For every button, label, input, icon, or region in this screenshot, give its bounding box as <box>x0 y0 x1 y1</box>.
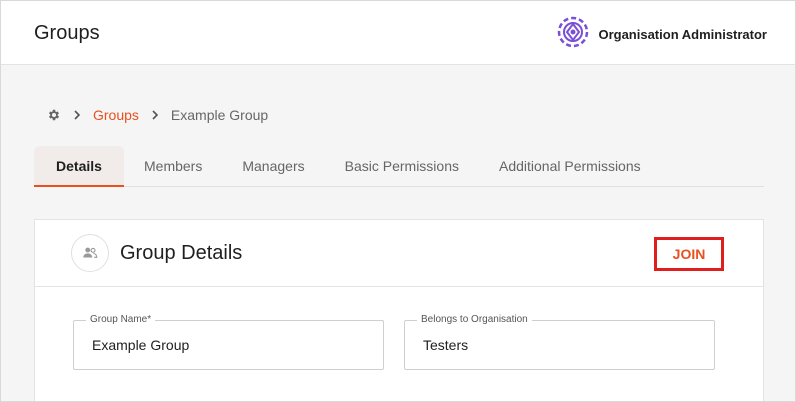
breadcrumb-current: Example Group <box>170 107 269 123</box>
top-bar: Groups Organisation Administrator <box>1 1 795 65</box>
tab-bar: Details Members Managers Basic Permissio… <box>34 146 764 187</box>
card-header: Group Details JOIN <box>35 220 763 287</box>
join-button[interactable]: JOIN <box>654 237 724 271</box>
tab-managers[interactable]: Managers <box>222 146 324 186</box>
tab-basic-permissions[interactable]: Basic Permissions <box>325 146 479 186</box>
app-window: Groups Organisation Administrator Groups <box>0 0 796 402</box>
gear-icon[interactable] <box>47 108 61 122</box>
page-title: Groups <box>34 22 100 44</box>
chevron-right-icon <box>73 110 81 120</box>
organisation-label: Belongs to Organisation <box>417 314 532 325</box>
account-menu[interactable]: Organisation Administrator <box>557 16 767 53</box>
account-name: Organisation Administrator <box>598 27 767 42</box>
people-icon <box>71 234 109 272</box>
chevron-right-icon <box>151 110 159 120</box>
tab-members[interactable]: Members <box>124 146 222 186</box>
organisation-field[interactable]: Belongs to Organisation <box>404 314 715 370</box>
group-name-input[interactable] <box>92 337 362 353</box>
breadcrumb-groups-link[interactable]: Groups <box>93 107 139 123</box>
group-name-field[interactable]: Group Name* <box>73 314 384 370</box>
breadcrumb: Groups Example Group <box>47 107 268 123</box>
organisation-logo-icon <box>557 16 589 53</box>
tab-details[interactable]: Details <box>34 146 124 187</box>
card-title: Group Details <box>120 242 243 264</box>
tab-additional-permissions[interactable]: Additional Permissions <box>479 146 661 186</box>
organisation-input[interactable] <box>423 337 693 353</box>
group-details-card: Group Details JOIN Group Name* Belongs t… <box>34 219 764 401</box>
group-name-label: Group Name* <box>86 314 156 325</box>
